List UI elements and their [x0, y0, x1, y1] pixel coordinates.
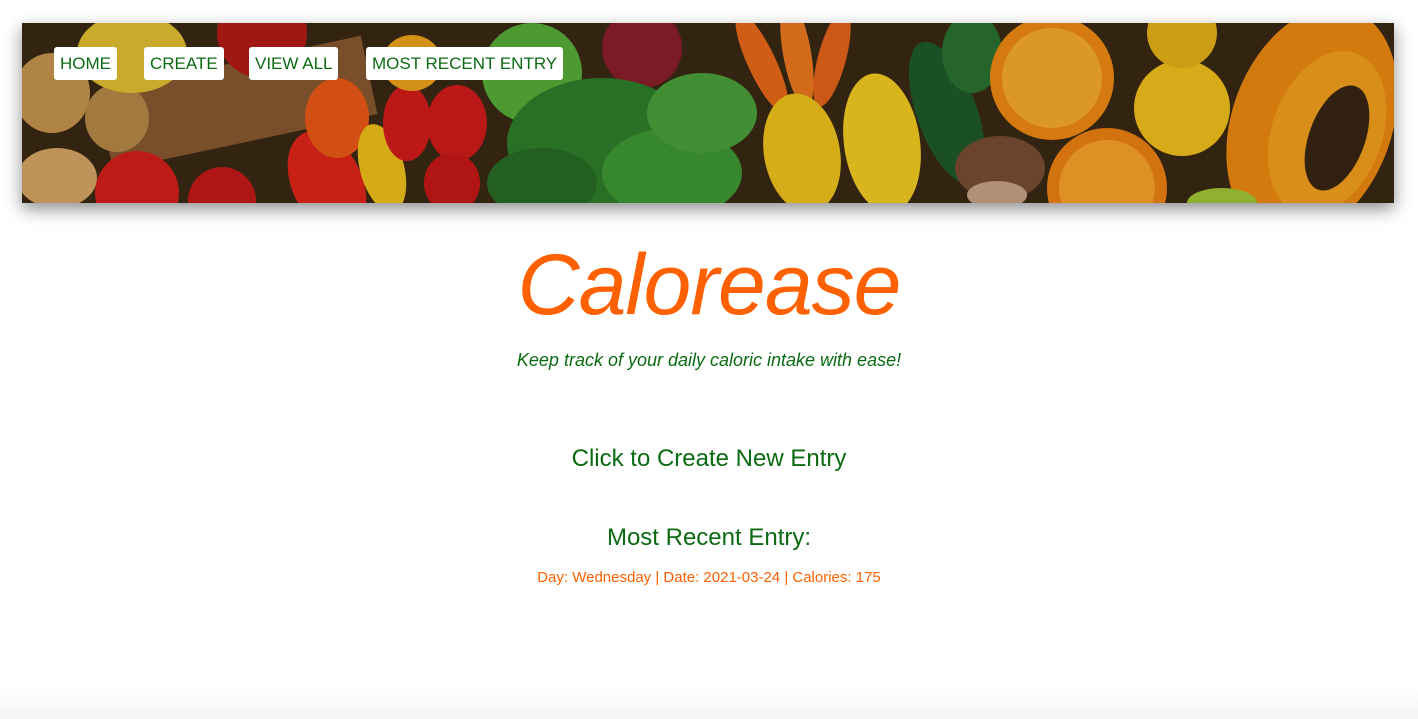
footer-shadow — [0, 690, 1418, 719]
header-banner: HOME CREATE VIEW ALL MOST RECENT ENTRY — [22, 23, 1394, 203]
nav-home-button[interactable]: HOME — [54, 47, 117, 80]
nav-create-button[interactable]: CREATE — [144, 47, 224, 80]
nav-view-all-button[interactable]: VIEW ALL — [249, 47, 339, 80]
create-new-entry-link[interactable]: Click to Create New Entry — [0, 445, 1418, 473]
app-tagline: Keep track of your daily caloric intake … — [516, 350, 902, 370]
nav-most-recent-entry-button[interactable]: MOST RECENT ENTRY — [366, 47, 564, 80]
app-title: Calorease — [517, 237, 902, 333]
banner-overlay — [22, 23, 1394, 203]
most-recent-entry-details: Day: Wednesday | Date: 2021-03-24 | Calo… — [537, 569, 881, 586]
most-recent-entry-heading: Most Recent Entry: — [606, 524, 812, 551]
